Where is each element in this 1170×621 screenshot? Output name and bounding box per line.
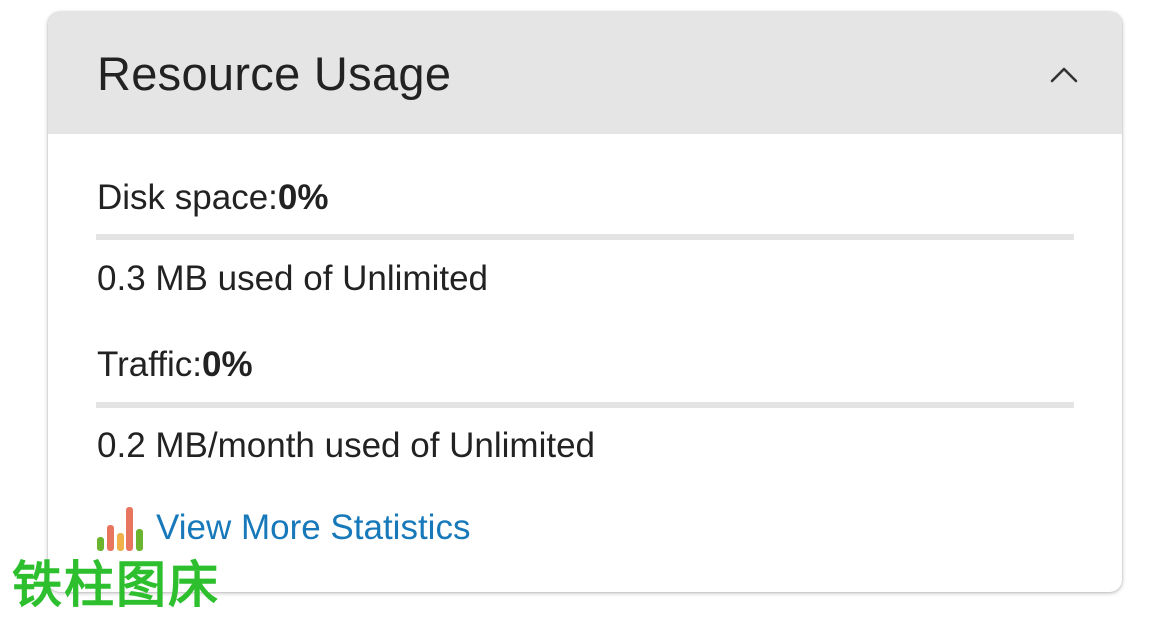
page: Resource Usage Disk space:0% 0.3 MB used… (0, 0, 1170, 621)
disk-space-detail: 0.3 MB used of Unlimited (97, 259, 489, 298)
traffic-label-text: Traffic: (97, 345, 203, 384)
traffic-detail: 0.2 MB/month used of Unlimited (97, 426, 596, 465)
watermark-logo: 铁柱图床 (12, 556, 220, 614)
traffic-progress-bar (96, 402, 1074, 408)
bar-chart-icon (97, 507, 143, 551)
disk-space-label: Disk space:0% (97, 178, 329, 218)
panel-title: Resource Usage (97, 47, 452, 100)
traffic-percent: 0% (202, 345, 253, 384)
disk-space-progress-bar (96, 234, 1074, 240)
disk-space-label-text: Disk space: (97, 178, 278, 217)
view-more-statistics-label: View More Statistics (156, 508, 471, 547)
traffic-label: Traffic:0% (97, 345, 253, 385)
disk-space-percent: 0% (277, 178, 329, 217)
chevron-up-icon (1050, 67, 1078, 83)
collapse-toggle-button[interactable] (1044, 54, 1084, 94)
resource-usage-panel: Resource Usage Disk space:0% 0.3 MB used… (48, 12, 1122, 592)
view-more-statistics-link[interactable]: View More Statistics (96, 504, 470, 552)
panel-header[interactable]: Resource Usage (48, 12, 1122, 134)
